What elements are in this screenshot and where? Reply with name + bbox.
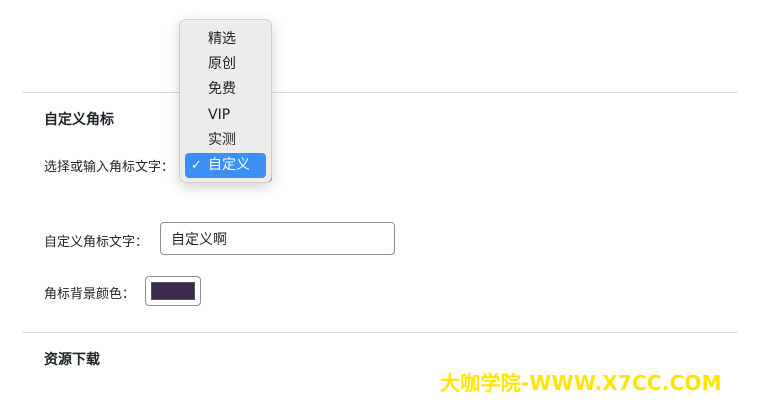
section-title-custom-badge: 自定义角标: [44, 112, 114, 128]
section-divider-top: [22, 92, 738, 93]
badge-text-input[interactable]: [160, 222, 395, 255]
dropdown-option-original[interactable]: 原创: [185, 52, 266, 77]
dropdown-option-featured[interactable]: 精选: [185, 27, 266, 52]
settings-page: 自定义角标 选择或输入角标文字： 自定义角标文字： 角标背景颜色： 资源下载 精…: [0, 0, 763, 419]
check-icon: ✓: [191, 157, 202, 173]
dropdown-option-tested[interactable]: 实测: [185, 128, 266, 153]
badge-text-label: 自定义角标文字：: [44, 235, 149, 250]
dropdown-option-free[interactable]: 免费: [185, 77, 266, 102]
dropdown-option-vip[interactable]: VIP: [185, 103, 266, 128]
section-title-resource-download: 资源下载: [44, 352, 100, 368]
color-swatch: [151, 282, 195, 300]
dropdown-option-custom[interactable]: ✓ 自定义: [185, 152, 266, 179]
badge-bg-color-label: 角标背景颜色：: [44, 287, 136, 302]
badge-bg-color-picker[interactable]: [145, 276, 201, 306]
badge-dropdown-menu: 精选 原创 免费 VIP 实测 ✓ 自定义: [179, 19, 272, 183]
section-divider-bottom: [22, 332, 738, 333]
badge-select-label: 选择或输入角标文字：: [44, 160, 175, 175]
dropdown-option-custom-label: 自定义: [208, 156, 250, 173]
watermark-text: 大咖学院-WWW.X7CC.COM: [440, 371, 722, 395]
